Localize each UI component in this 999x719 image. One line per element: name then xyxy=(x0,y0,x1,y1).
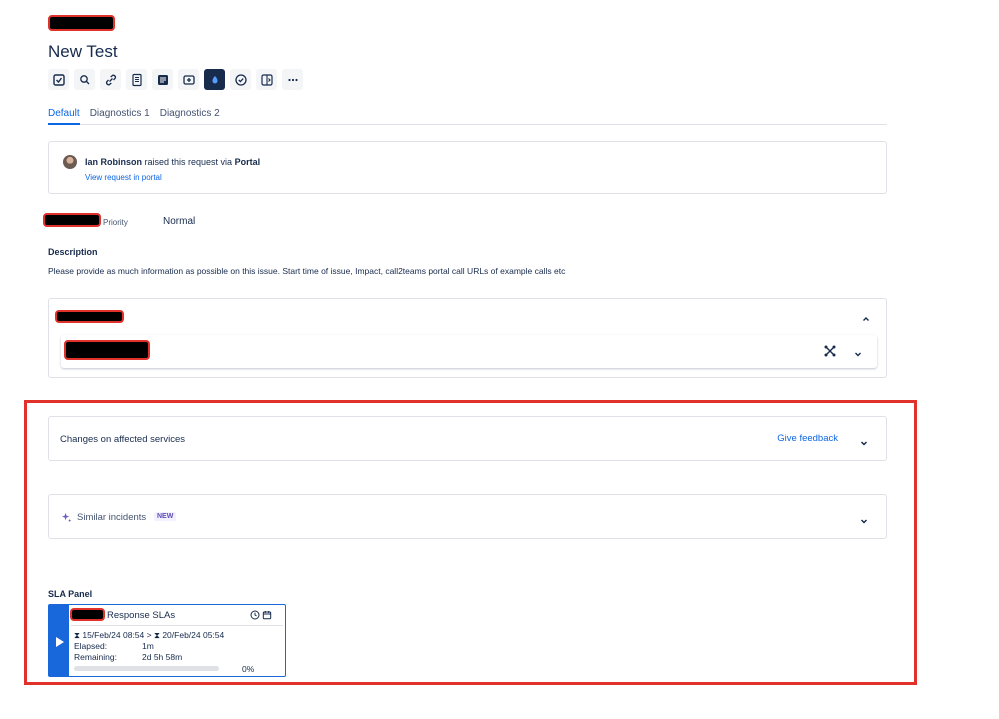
new-badge: NEW xyxy=(154,512,177,521)
redacted-block xyxy=(64,340,150,360)
hourglass-icon: ⧗ xyxy=(153,630,160,640)
redacted-block xyxy=(43,213,101,227)
calendar-icon[interactable] xyxy=(262,610,272,620)
priority-value[interactable]: Normal xyxy=(163,216,195,227)
redacted-inner-row[interactable] xyxy=(61,335,877,368)
description-label: Description xyxy=(48,247,98,257)
arrow-right-icon: > xyxy=(146,630,152,640)
tab-default[interactable]: Default xyxy=(48,106,80,125)
sla-divider xyxy=(71,625,283,626)
sla-progress-bar xyxy=(74,666,219,671)
search-icon[interactable] xyxy=(74,69,95,90)
app-dark-icon[interactable] xyxy=(204,69,225,90)
sla-percent: 0% xyxy=(242,664,255,674)
chevron-down-icon[interactable] xyxy=(859,513,869,524)
issue-tabs: Default Diagnostics 1 Diagnostics 2 xyxy=(48,106,887,125)
sla-panel-label: SLA Panel xyxy=(48,589,93,599)
issue-title: New Test xyxy=(48,42,118,61)
clock-icon[interactable] xyxy=(250,610,260,620)
media-icon[interactable] xyxy=(178,69,199,90)
split-panel-icon[interactable] xyxy=(256,69,277,90)
hourglass-icon: ⧗ xyxy=(74,630,80,640)
check-circle-icon[interactable] xyxy=(230,69,251,90)
network-icon[interactable] xyxy=(823,344,837,358)
similar-incidents-panel[interactable]: Similar incidents NEW xyxy=(48,494,887,539)
sla-heading: Response SLAs xyxy=(107,610,176,621)
redacted-block xyxy=(48,15,115,31)
similar-incidents-title: Similar incidents xyxy=(77,512,147,523)
elapsed-label: Elapsed: xyxy=(74,641,108,651)
sla-end-date: 20/Feb/24 05:54 xyxy=(162,630,225,640)
sla-icons xyxy=(250,610,272,620)
remaining-label: Remaining: xyxy=(74,652,117,662)
request-channel: Portal xyxy=(234,157,261,167)
play-icon[interactable] xyxy=(56,637,64,647)
chevron-up-icon[interactable] xyxy=(861,311,871,321)
remaining-value: 2d 5h 58m xyxy=(142,652,183,662)
elapsed-value: 1m xyxy=(142,641,154,651)
redacted-block xyxy=(70,608,105,621)
sla-side-bar xyxy=(49,605,69,676)
description-text[interactable]: Please provide as much information as po… xyxy=(48,266,565,276)
document-icon[interactable] xyxy=(126,69,147,90)
checkbox-icon[interactable] xyxy=(48,69,69,90)
chevron-down-icon[interactable] xyxy=(859,435,869,446)
changes-panel[interactable]: Changes on affected services Give feedba… xyxy=(48,416,887,461)
tab-diagnostics-1[interactable]: Diagnostics 1 xyxy=(90,106,150,125)
issue-toolbar xyxy=(48,69,303,90)
request-raised-text: Ian Robinson raised this request via Por… xyxy=(85,157,260,167)
link-icon[interactable] xyxy=(100,69,121,90)
redacted-section-card xyxy=(48,298,887,378)
sla-start-date: 15/Feb/24 08:54 xyxy=(82,630,145,640)
sparkle-icon xyxy=(61,512,72,523)
tab-diagnostics-2[interactable]: Diagnostics 2 xyxy=(160,106,220,125)
redacted-block xyxy=(55,310,124,323)
chevron-down-icon[interactable] xyxy=(853,346,863,357)
avatar xyxy=(63,155,77,169)
priority-label: Priority xyxy=(103,218,128,227)
sla-card: Response SLAs ⧗ 15/Feb/24 08:54 > ⧗ 20/F… xyxy=(48,604,286,677)
view-request-link[interactable]: View request in portal xyxy=(85,173,162,182)
more-icon[interactable] xyxy=(282,69,303,90)
reporter-name: Ian Robinson xyxy=(85,157,142,167)
sla-date-range: ⧗ 15/Feb/24 08:54 > ⧗ 20/Feb/24 05:54 xyxy=(74,630,224,641)
changes-panel-title: Changes on affected services xyxy=(60,434,185,445)
notes-icon[interactable] xyxy=(152,69,173,90)
request-card: Ian Robinson raised this request via Por… xyxy=(48,141,887,194)
give-feedback-link[interactable]: Give feedback xyxy=(777,433,838,444)
raised-via-text: raised this request via xyxy=(144,157,233,167)
